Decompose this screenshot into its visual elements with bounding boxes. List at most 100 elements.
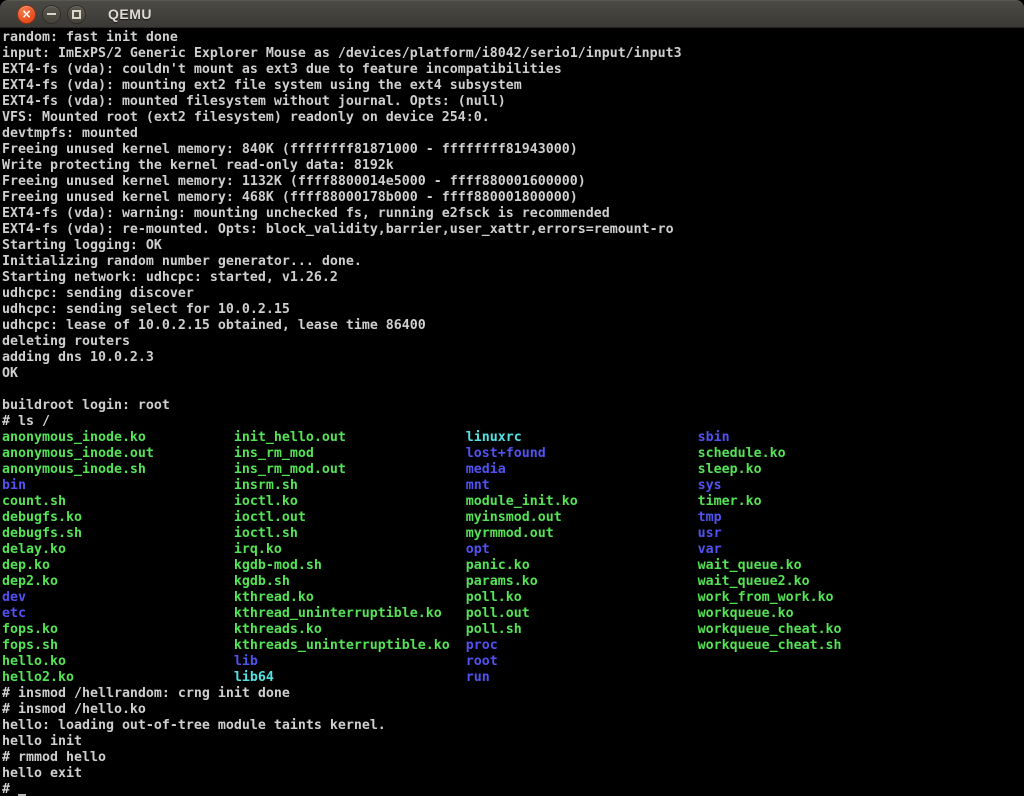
file-entry: kgdb.sh [234, 574, 466, 590]
window-title: QEMU [108, 7, 152, 21]
file-entry: count.sh [2, 494, 234, 510]
file-entry: wait_queue.ko [698, 558, 930, 574]
terminal-line: EXT4-fs (vda): warning: mounting uncheck… [2, 206, 1024, 222]
file-entry: sbin [698, 430, 930, 446]
file-entry: sys [698, 478, 930, 494]
terminal-line: VFS: Mounted root (ext2 filesystem) read… [2, 110, 1024, 126]
terminal-ls-row: dep.kokgdb-mod.shpanic.kowait_queue.ko [2, 558, 1024, 574]
file-entry: kthread.ko [234, 590, 466, 606]
terminal-ls-row: anonymous_inode.shins_rm_mod.outmediasle… [2, 462, 1024, 478]
terminal-line: devtmpfs: mounted [2, 126, 1024, 142]
terminal-ls-row: etckthread_uninterruptible.kopoll.outwor… [2, 606, 1024, 622]
file-entry: root [466, 654, 698, 670]
file-entry: wait_queue2.ko [698, 574, 930, 590]
file-entry: poll.ko [466, 590, 698, 606]
file-entry: proc [466, 638, 698, 654]
file-entry: run [466, 670, 698, 686]
window-titlebar: × QEMU [0, 0, 1024, 28]
minimize-button[interactable] [42, 5, 61, 24]
file-entry: mnt [466, 478, 698, 494]
file-entry: workqueue.ko [698, 606, 930, 622]
terminal-line: Initializing random number generator... … [2, 254, 1024, 270]
file-entry: anonymous_inode.sh [2, 462, 234, 478]
terminal-ls-row: delay.koirq.kooptvar [2, 542, 1024, 558]
terminal-ls-row: bininsrm.shmntsys [2, 478, 1024, 494]
file-entry: kthread_uninterruptible.ko [234, 606, 466, 622]
file-entry: ioctl.ko [234, 494, 466, 510]
file-entry: media [466, 462, 698, 478]
terminal-line: Freeing unused kernel memory: 1132K (fff… [2, 174, 1024, 190]
terminal-line: udhcpc: lease of 10.0.2.15 obtained, lea… [2, 318, 1024, 334]
file-entry: usr [698, 526, 930, 542]
close-button[interactable]: × [17, 5, 36, 24]
file-entry: irq.ko [234, 542, 466, 558]
file-entry: dev [2, 590, 234, 606]
file-entry: lib [234, 654, 466, 670]
terminal-line [2, 382, 1024, 398]
file-entry: insrm.sh [234, 478, 466, 494]
terminal-cursor [18, 784, 26, 796]
terminal-ls-row: anonymous_inode.outins_rm_modlost+founds… [2, 446, 1024, 462]
file-entry: poll.sh [466, 622, 698, 638]
file-entry: tmp [698, 510, 930, 526]
file-entry: hello.ko [2, 654, 234, 670]
terminal-line: random: fast init done [2, 30, 1024, 46]
terminal-line: Starting logging: OK [2, 238, 1024, 254]
file-entry: fops.sh [2, 638, 234, 654]
terminal-screen[interactable]: random: fast init doneinput: ImExPS/2 Ge… [0, 28, 1024, 796]
terminal-ls-row: debugfs.shioctl.shmyrmmod.outusr [2, 526, 1024, 542]
maximize-icon [72, 10, 81, 19]
file-entry: module_init.ko [466, 494, 698, 510]
terminal-line: # rmmod hello [2, 750, 1024, 766]
terminal-line: udhcpc: sending select for 10.0.2.15 [2, 302, 1024, 318]
file-entry: lib64 [234, 670, 466, 686]
terminal-ls-row: devkthread.kopoll.kowork_from_work.ko [2, 590, 1024, 606]
file-entry: kthreads_uninterruptible.ko [234, 638, 466, 654]
terminal-line: hello init [2, 734, 1024, 750]
terminal-line: Freeing unused kernel memory: 468K (ffff… [2, 190, 1024, 206]
file-entry: anonymous_inode.out [2, 446, 234, 462]
prompt-line: # [2, 782, 1024, 796]
maximize-button[interactable] [67, 5, 86, 24]
terminal-ls-row: count.shioctl.komodule_init.kotimer.ko [2, 494, 1024, 510]
file-entry: timer.ko [698, 494, 930, 510]
terminal-ls-row: hello2.kolib64run [2, 670, 1024, 686]
terminal-line: deleting routers [2, 334, 1024, 350]
file-entry: ioctl.sh [234, 526, 466, 542]
terminal-line: adding dns 10.0.2.3 [2, 350, 1024, 366]
prompt-text: # [2, 782, 18, 796]
file-entry: params.ko [466, 574, 698, 590]
terminal-line: input: ImExPS/2 Generic Explorer Mouse a… [2, 46, 1024, 62]
file-entry: ins_rm_mod [234, 446, 466, 462]
terminal-line: hello: loading out-of-tree module taints… [2, 718, 1024, 734]
minimize-icon [47, 13, 56, 15]
file-entry: var [698, 542, 930, 558]
file-entry: ins_rm_mod.out [234, 462, 466, 478]
terminal-line: udhcpc: sending discover [2, 286, 1024, 302]
file-entry: fops.ko [2, 622, 234, 638]
close-icon: × [21, 8, 31, 20]
file-entry: kthreads.ko [234, 622, 466, 638]
file-entry: myrmmod.out [466, 526, 698, 542]
terminal-ls-row: hello.kolibroot [2, 654, 1024, 670]
file-entry: dep.ko [2, 558, 234, 574]
terminal-line: # ls / [2, 414, 1024, 430]
file-entry: work_from_work.ko [698, 590, 930, 606]
file-entry: linuxrc [466, 430, 698, 446]
file-entry: poll.out [466, 606, 698, 622]
file-entry: bin [2, 478, 234, 494]
file-entry: hello2.ko [2, 670, 234, 686]
file-entry: lost+found [466, 446, 698, 462]
file-entry: etc [2, 606, 234, 622]
terminal-line: EXT4-fs (vda): mounting ext2 file system… [2, 78, 1024, 94]
file-entry: panic.ko [466, 558, 698, 574]
terminal-ls-row: fops.shkthreads_uninterruptible.koprocwo… [2, 638, 1024, 654]
terminal-ls-row: dep2.kokgdb.shparams.kowait_queue2.ko [2, 574, 1024, 590]
terminal-line: hello exit [2, 766, 1024, 782]
file-entry: myinsmod.out [466, 510, 698, 526]
terminal-ls-row: debugfs.koioctl.outmyinsmod.outtmp [2, 510, 1024, 526]
window-controls: × [0, 5, 86, 24]
file-entry: dep2.ko [2, 574, 234, 590]
file-entry: kgdb-mod.sh [234, 558, 466, 574]
file-entry: schedule.ko [698, 446, 930, 462]
